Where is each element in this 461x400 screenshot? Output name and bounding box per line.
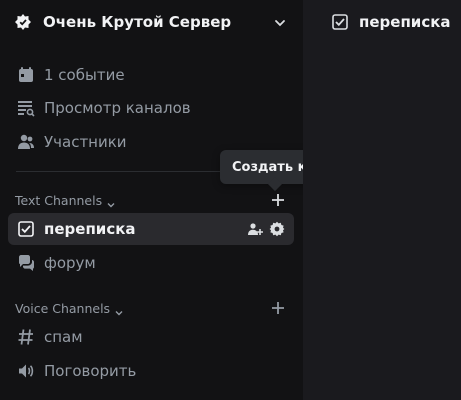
category-label: Text Channels <box>15 192 103 208</box>
forum-icon <box>16 253 36 273</box>
nav-item-browse-channels[interactable]: Просмотр каналов <box>8 92 294 124</box>
calendar-icon <box>16 65 36 85</box>
category-voice-channels[interactable]: Voice Channels <box>0 296 303 320</box>
browse-channels-icon <box>16 98 36 118</box>
main-panel: переписка <box>303 0 461 400</box>
channel-item-perepiska[interactable]: переписка <box>8 213 294 245</box>
text-channel-icon <box>331 13 349 31</box>
channel-label: форум <box>44 254 96 272</box>
gear-icon[interactable] <box>268 220 286 238</box>
create-channel-button[interactable] <box>270 192 286 208</box>
nav-item-label: 1 событие <box>44 66 125 84</box>
members-icon <box>16 132 36 152</box>
server-badge-icon <box>14 13 32 31</box>
chevron-down-icon <box>273 15 287 29</box>
channel-title: переписка <box>359 13 451 31</box>
channel-item-pogovorit[interactable]: Поговорить <box>8 355 294 387</box>
server-name: Очень Крутой Сервер <box>43 13 232 31</box>
speaker-icon <box>16 361 36 381</box>
create-channel-button[interactable] <box>270 300 286 316</box>
nav-item-label: Участники <box>44 133 127 151</box>
channel-item-forum[interactable]: форум <box>8 247 294 279</box>
nav-item-events[interactable]: 1 событие <box>8 59 294 91</box>
chevron-down-icon <box>106 195 116 208</box>
channel-header: переписка <box>303 0 461 44</box>
category-text-channels[interactable]: Text Channels <box>0 188 303 212</box>
channel-label: переписка <box>44 220 136 238</box>
hashtag-icon <box>16 327 36 347</box>
invite-icon[interactable] <box>246 220 264 238</box>
channel-label: спам <box>44 328 83 346</box>
category-label: Voice Channels <box>15 300 111 316</box>
text-channel-icon <box>16 219 36 239</box>
channel-label: Поговорить <box>44 362 137 380</box>
channel-item-spam[interactable]: спам <box>8 321 294 353</box>
channel-sidebar: Очень Крутой Сервер 1 событие Просмотр к… <box>0 0 355 400</box>
channel-actions <box>246 220 286 238</box>
nav-item-label: Просмотр каналов <box>44 99 191 117</box>
chevron-down-icon <box>114 303 124 316</box>
server-header[interactable]: Очень Крутой Сервер <box>0 0 303 44</box>
